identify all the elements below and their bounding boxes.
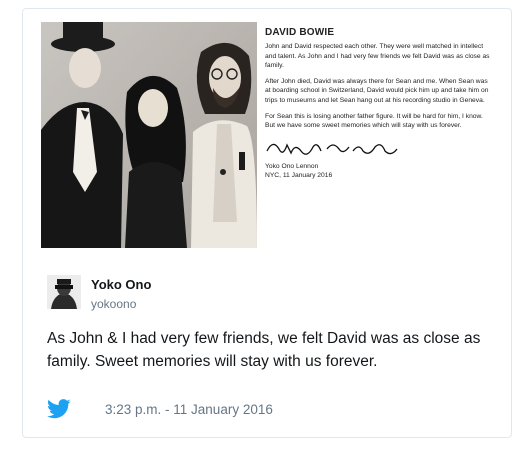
letter-statement: DAVID BOWIE John and David respected eac…: [265, 27, 491, 257]
letter-paragraph-2: After John died, David was always there …: [265, 77, 489, 104]
tweet-text: As John & I had very few friends, we fel…: [47, 330, 481, 370]
tweet-card: DAVID BOWIE John and David respected eac…: [22, 8, 512, 438]
photo-bowie-ono-lennon: [41, 22, 257, 248]
author-name[interactable]: Yoko Ono: [91, 277, 151, 292]
signature-date: NYC, 11 January 2016: [265, 171, 333, 179]
tweet-timestamp[interactable]: 3:23 p.m. - 11 January 2016: [105, 402, 273, 417]
twitter-bird-icon[interactable]: [47, 399, 71, 419]
author-handle[interactable]: yokoono: [91, 297, 136, 311]
handwritten-signature: [265, 137, 491, 159]
letter-paragraph-1: John and David respected each other. The…: [265, 43, 490, 70]
tweet-media[interactable]: DAVID BOWIE John and David respected eac…: [41, 22, 493, 262]
letter-paragraph-3: For Sean this is losing another father f…: [265, 112, 483, 130]
avatar[interactable]: [47, 275, 81, 309]
signature-name: Yoko Ono Lennon: [265, 162, 319, 170]
letter-title: DAVID BOWIE: [265, 27, 335, 38]
